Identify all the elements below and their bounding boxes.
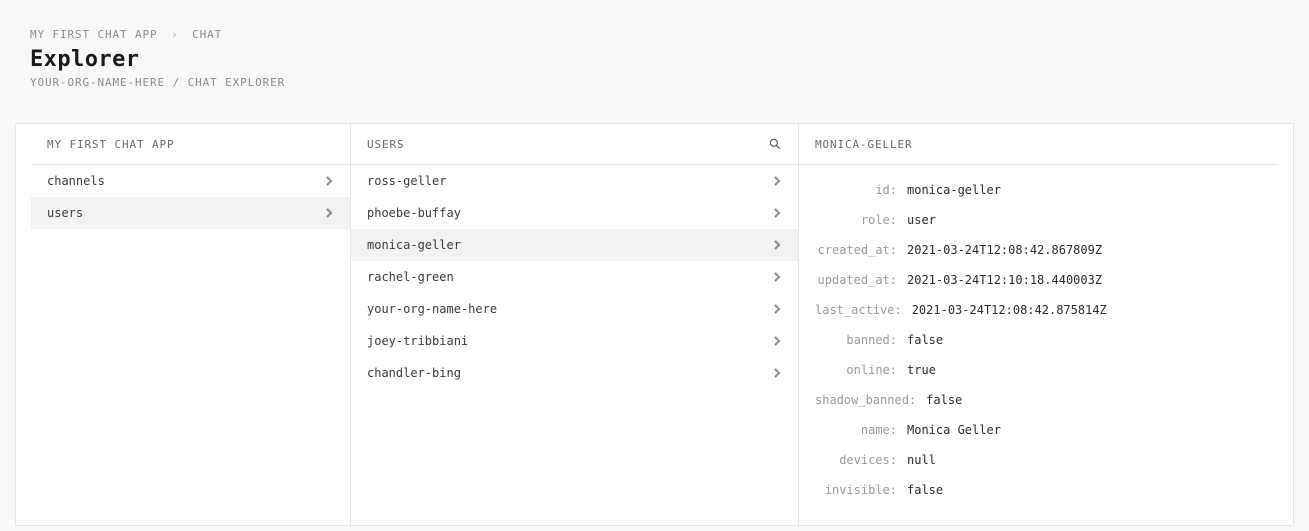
detail-key: devices:: [815, 453, 897, 467]
detail-value: 2021-03-24T12:08:42.875814Z: [912, 303, 1107, 317]
detail-value: monica-geller: [907, 183, 1001, 197]
detail-field: shadow_banned: false: [815, 385, 1262, 415]
nav-item-users[interactable]: users: [31, 197, 350, 229]
detail-field: name: Monica Geller: [815, 415, 1262, 445]
page-subtitle: YOUR-ORG-NAME-HERE / CHAT EXPLORER: [30, 76, 1279, 89]
detail-field: invisible: false: [815, 475, 1262, 505]
nav-header: MY FIRST CHAT APP: [31, 124, 350, 165]
search-icon[interactable]: [768, 137, 782, 151]
user-item[interactable]: rachel-green: [351, 261, 798, 293]
chevron-right-icon: [772, 240, 782, 250]
users-column: USERS ross-geller phoebe-buffay monica-gel…: [351, 124, 799, 525]
detail-value: null: [907, 453, 936, 467]
user-item-label: monica-geller: [367, 238, 461, 252]
nav-column: MY FIRST CHAT APP channels users: [31, 124, 351, 525]
breadcrumb-separator: ›: [171, 28, 179, 41]
user-item-label: your-org-name-here: [367, 302, 497, 316]
detail-value: 2021-03-24T12:10:18.440003Z: [907, 273, 1102, 287]
detail-field: banned: false: [815, 325, 1262, 355]
detail-value: false: [926, 393, 962, 407]
chevron-right-icon: [324, 208, 334, 218]
user-item-label: chandler-bing: [367, 366, 461, 380]
detail-field: created_at: 2021-03-24T12:08:42.867809Z: [815, 235, 1262, 265]
chevron-right-icon: [324, 176, 334, 186]
detail-value: Monica Geller: [907, 423, 1001, 437]
detail-value: false: [907, 333, 943, 347]
user-item[interactable]: joey-tribbiani: [351, 325, 798, 357]
detail-key: id:: [815, 183, 897, 197]
detail-field: last_active: 2021-03-24T12:08:42.875814Z: [815, 295, 1262, 325]
detail-key: created_at:: [815, 243, 897, 257]
nav-list: channels users: [31, 165, 350, 229]
detail-field: role: user: [815, 205, 1262, 235]
breadcrumb-section[interactable]: CHAT: [192, 28, 222, 41]
subtitle-page: CHAT EXPLORER: [188, 76, 286, 89]
page-title: Explorer: [30, 47, 1279, 72]
detail-header-label: MONICA-GELLER: [815, 138, 913, 151]
chevron-right-icon: [772, 272, 782, 282]
nav-item-label: users: [47, 206, 83, 220]
nav-item-channels[interactable]: channels: [31, 165, 350, 197]
chevron-right-icon: [772, 304, 782, 314]
explorer-panels: MY FIRST CHAT APP channels users USERS ro…: [15, 123, 1294, 526]
nav-header-label: MY FIRST CHAT APP: [47, 138, 175, 151]
detail-key: updated_at:: [815, 273, 897, 287]
detail-field: online: true: [815, 355, 1262, 385]
detail-key: online:: [815, 363, 897, 377]
detail-key: shadow_banned:: [815, 393, 916, 407]
detail-key: name:: [815, 423, 897, 437]
subtitle-org: YOUR-ORG-NAME-HERE: [30, 76, 165, 89]
chevron-right-icon: [772, 208, 782, 218]
user-item-label: rachel-green: [367, 270, 454, 284]
chevron-right-icon: [772, 368, 782, 378]
user-item-label: phoebe-buffay: [367, 206, 461, 220]
subtitle-sep: /: [173, 76, 181, 89]
nav-item-label: channels: [47, 174, 105, 188]
detail-column: MONICA-GELLER id: monica-geller role: user c…: [799, 124, 1278, 525]
detail-key: invisible:: [815, 483, 897, 497]
detail-list: id: monica-geller role: user created_at: 2021…: [799, 165, 1278, 525]
detail-field: updated_at: 2021-03-24T12:10:18.440003Z: [815, 265, 1262, 295]
user-item[interactable]: ross-geller: [351, 165, 798, 197]
users-header: USERS: [351, 124, 798, 165]
detail-value: true: [907, 363, 936, 377]
detail-key: role:: [815, 213, 897, 227]
detail-field: id: monica-geller: [815, 175, 1262, 205]
detail-header: MONICA-GELLER: [799, 124, 1278, 165]
detail-value: user: [907, 213, 936, 227]
user-item[interactable]: monica-geller: [351, 229, 798, 261]
user-item[interactable]: phoebe-buffay: [351, 197, 798, 229]
user-item-label: joey-tribbiani: [367, 334, 468, 348]
user-item[interactable]: chandler-bing: [351, 357, 798, 389]
detail-value: 2021-03-24T12:08:42.867809Z: [907, 243, 1102, 257]
user-item-label: ross-geller: [367, 174, 446, 188]
chevron-right-icon: [772, 176, 782, 186]
detail-key: banned:: [815, 333, 897, 347]
breadcrumb-app[interactable]: MY FIRST CHAT APP: [30, 28, 158, 41]
users-header-label: USERS: [367, 138, 405, 151]
chevron-right-icon: [772, 336, 782, 346]
detail-key: last_active:: [815, 303, 902, 317]
detail-value: false: [907, 483, 943, 497]
users-list: ross-geller phoebe-buffay monica-geller rac…: [351, 165, 798, 389]
detail-field: devices: null: [815, 445, 1262, 475]
user-item[interactable]: your-org-name-here: [351, 293, 798, 325]
breadcrumb: MY FIRST CHAT APP › CHAT: [30, 28, 1279, 41]
